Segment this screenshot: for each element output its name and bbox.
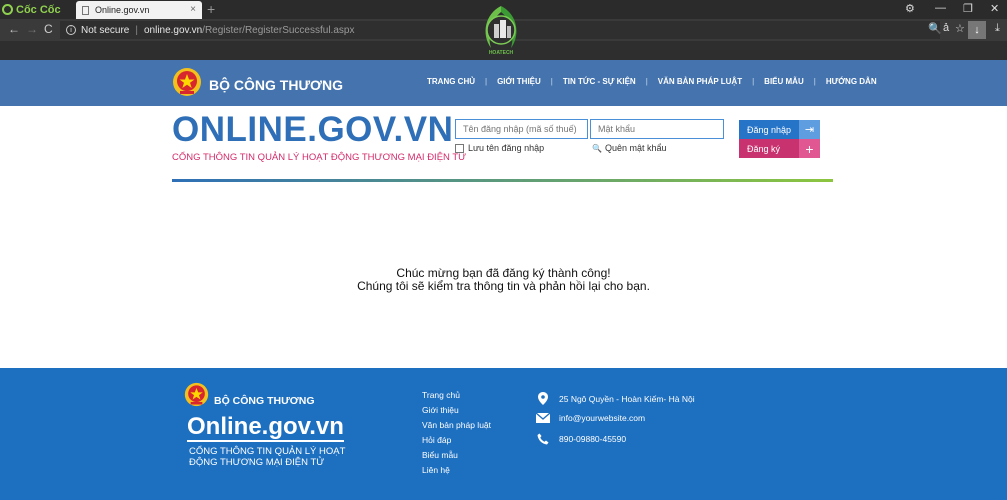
- hoatech-watermark-logo: HOATECH: [485, 6, 517, 56]
- site-brand[interactable]: BỘ CÔNG THƯƠNG: [209, 77, 343, 93]
- checkbox-icon[interactable]: [455, 143, 464, 153]
- email-text[interactable]: info@yourwebsite.com: [559, 413, 645, 423]
- register-button[interactable]: Đăng ký +: [739, 139, 820, 158]
- tab-title: Online.gov.vn: [95, 5, 150, 15]
- footer-link-home[interactable]: Trang chủ: [422, 388, 491, 403]
- username-input[interactable]: [455, 119, 588, 139]
- site-tagline: CỔNG THÔNG TIN QUẢN LÝ HOẠT ĐỘNG THƯƠNG …: [172, 152, 467, 163]
- phone-text: 890-09880-45590: [559, 434, 627, 444]
- minimize-button[interactable]: —: [935, 2, 946, 14]
- menu-legal-docs[interactable]: VĂN BẢN PHÁP LUẬT: [656, 77, 744, 86]
- login-label: Đăng nhập: [747, 124, 792, 135]
- success-line-2: Chúng tôi sẽ kiểm tra thông tin và phản …: [357, 279, 650, 293]
- menu-guide[interactable]: HƯỚNG DẪN: [824, 77, 879, 86]
- menu-forms[interactable]: BIỂU MẪU: [762, 77, 806, 86]
- menu-separator: |: [813, 77, 816, 86]
- password-input[interactable]: [590, 119, 724, 139]
- footer-phone: 890-09880-45590: [536, 433, 626, 445]
- map-pin-icon: [536, 392, 550, 405]
- bookmark-star-icon[interactable]: ☆: [955, 22, 965, 35]
- envelope-icon: [536, 413, 550, 423]
- menu-separator: |: [485, 77, 488, 86]
- footer-brand: BỘ CÔNG THƯƠNG: [214, 395, 315, 407]
- settings-icon[interactable]: ⚙: [905, 2, 915, 15]
- register-label: Đăng ký: [747, 143, 781, 154]
- tab-close-icon[interactable]: ×: [190, 4, 196, 15]
- menu-separator: |: [550, 77, 553, 86]
- site-footer: [0, 368, 1007, 500]
- download-icon[interactable]: ↓: [968, 21, 986, 39]
- maximize-button[interactable]: ❐: [963, 2, 973, 15]
- sign-in-icon: ⇥: [799, 120, 820, 139]
- browser-logo[interactable]: Cốc Cốc: [2, 2, 72, 17]
- reload-button[interactable]: C: [44, 22, 53, 36]
- footer-link-faq[interactable]: Hỏi đáp: [422, 433, 491, 448]
- footer-link-forms[interactable]: Biểu mẫu: [422, 448, 491, 463]
- footer-address: 25 Ngô Quyền - Hoàn Kiếm- Hà Nội: [536, 392, 695, 405]
- browser-logo-text: Cốc Cốc: [16, 3, 61, 16]
- menu-about[interactable]: GIỚI THIỆU: [495, 77, 543, 86]
- key-icon: 🔍: [592, 143, 602, 153]
- menu-separator: |: [752, 77, 755, 86]
- new-tab-button[interactable]: +: [207, 1, 215, 17]
- footer-link-legal[interactable]: Văn bản pháp luật: [422, 418, 491, 433]
- footer-tagline: CỔNG THÔNG TIN QUẢN LÝ HOẠT ĐỘNG THƯƠNG …: [189, 446, 346, 468]
- zoom-icon[interactable]: 🔍: [928, 22, 942, 35]
- login-button[interactable]: Đăng nhập ⇥: [739, 120, 820, 139]
- national-emblem-icon[interactable]: [172, 67, 202, 97]
- address-text: 25 Ngô Quyền - Hoàn Kiếm- Hà Nội: [559, 393, 695, 404]
- remember-username-checkbox[interactable]: Lưu tên đăng nhập: [455, 143, 544, 153]
- downloads-icon[interactable]: ⤓: [995, 22, 1000, 35]
- footer-logo[interactable]: Online.gov.vn: [187, 413, 344, 442]
- watermark-text: HOATECH: [489, 50, 514, 56]
- page-icon: [82, 5, 89, 15]
- back-button[interactable]: ←: [8, 22, 20, 36]
- menu-separator: |: [645, 77, 648, 86]
- close-window-button[interactable]: ✕: [990, 2, 999, 15]
- forgot-label: Quên mật khẩu: [604, 143, 667, 153]
- coccoc-logo-icon: [2, 4, 13, 15]
- remember-label: Lưu tên đăng nhập: [468, 143, 545, 153]
- menu-news[interactable]: TIN TỨC - SỰ KIỆN: [561, 77, 638, 86]
- translate-icon[interactable]: ả: [943, 22, 949, 34]
- address-separator: |: [135, 24, 138, 36]
- header-divider: [172, 179, 833, 182]
- info-icon[interactable]: i: [66, 25, 76, 35]
- footer-email: info@yourwebsite.com: [536, 413, 645, 423]
- browser-tab[interactable]: Online.gov.vn ×: [76, 1, 202, 19]
- security-label: Not secure: [81, 24, 130, 36]
- footer-link-contact[interactable]: Liên hệ: [422, 463, 491, 478]
- menu-home[interactable]: TRANG CHỦ: [425, 77, 477, 86]
- forgot-password-link[interactable]: 🔍 Quên mật khẩu: [592, 143, 667, 153]
- phone-icon: [536, 433, 550, 445]
- site-title[interactable]: ONLINE.GOV.VN: [172, 110, 453, 150]
- plus-icon: +: [799, 139, 820, 158]
- main-menu: TRANG CHỦ | GIỚI THIỆU | TIN TỨC - SỰ KI…: [425, 77, 879, 86]
- success-message: Chúc mừng bạn đã đăng ký thành công! Chú…: [0, 267, 1007, 293]
- footer-links: Trang chủ Giới thiệu Văn bản pháp luật H…: [422, 388, 491, 478]
- forward-button[interactable]: →: [26, 22, 38, 36]
- url-path: /Register/RegisterSuccessful.aspx: [202, 24, 355, 36]
- footer-emblem-icon: [184, 382, 209, 407]
- url-domain: online.gov.vn: [143, 24, 203, 36]
- footer-link-about[interactable]: Giới thiệu: [422, 403, 491, 418]
